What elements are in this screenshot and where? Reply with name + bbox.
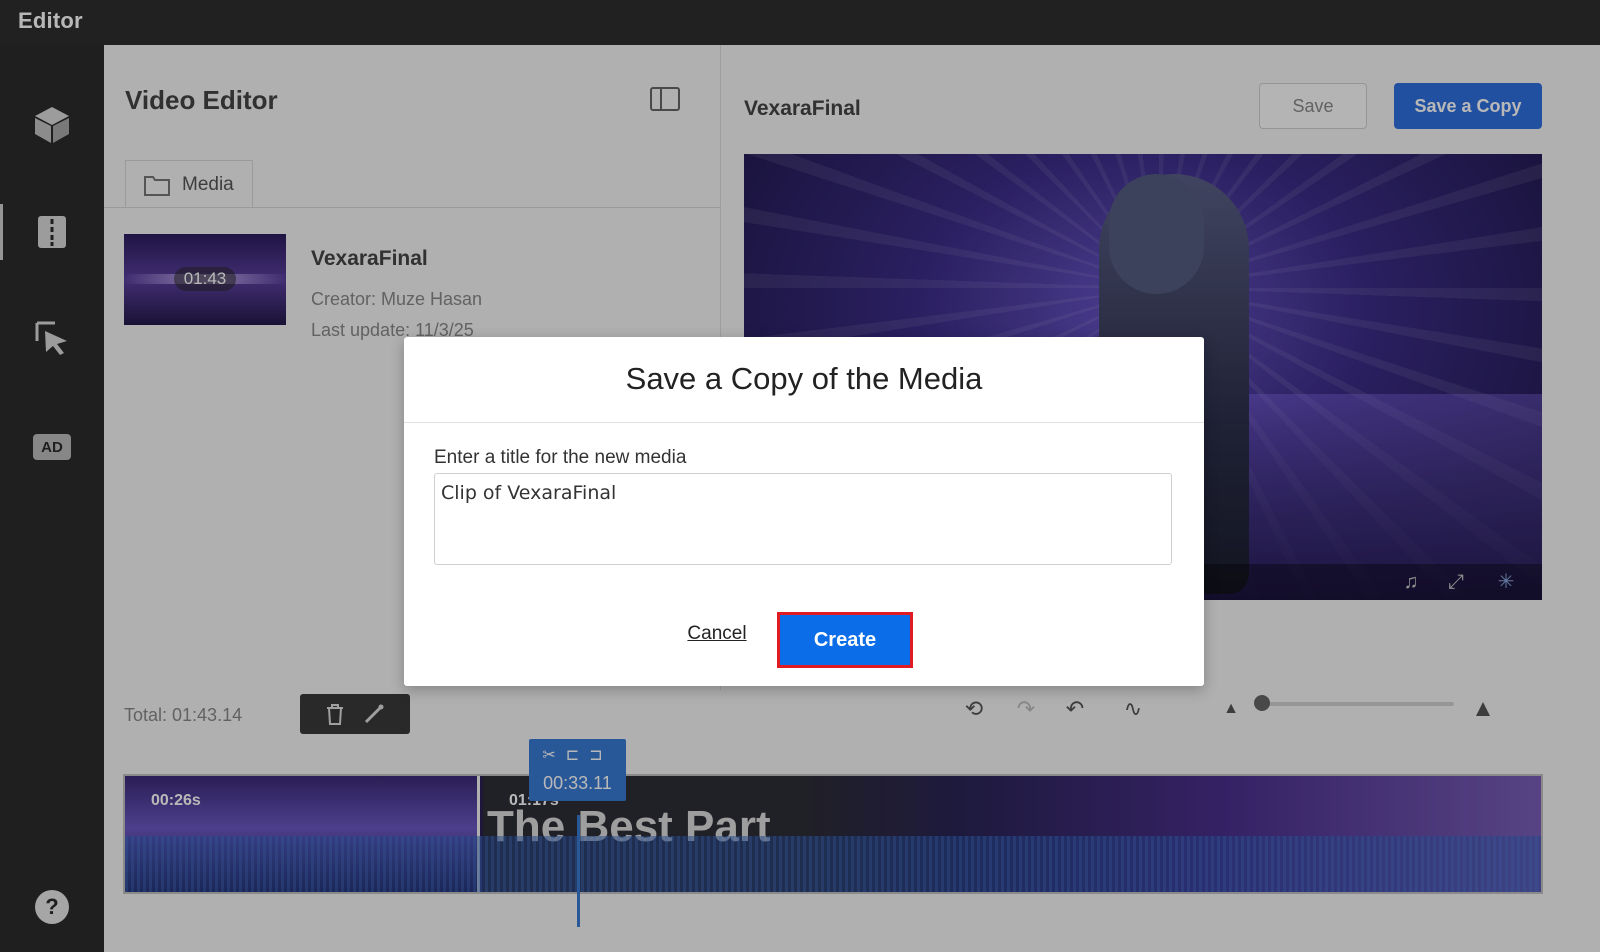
dialog-title: Save a Copy of the Media <box>625 361 983 396</box>
new-media-title-input[interactable]: Clip of VexaraFinal <box>434 473 1172 565</box>
dialog-header: Save a Copy of the Media <box>404 337 1204 423</box>
save-copy-dialog: Save a Copy of the Media Enter a title f… <box>404 337 1204 686</box>
cancel-button[interactable]: Cancel <box>672 619 762 649</box>
title-field-label: Enter a title for the new media <box>434 447 687 468</box>
create-button[interactable]: Create <box>777 612 913 668</box>
